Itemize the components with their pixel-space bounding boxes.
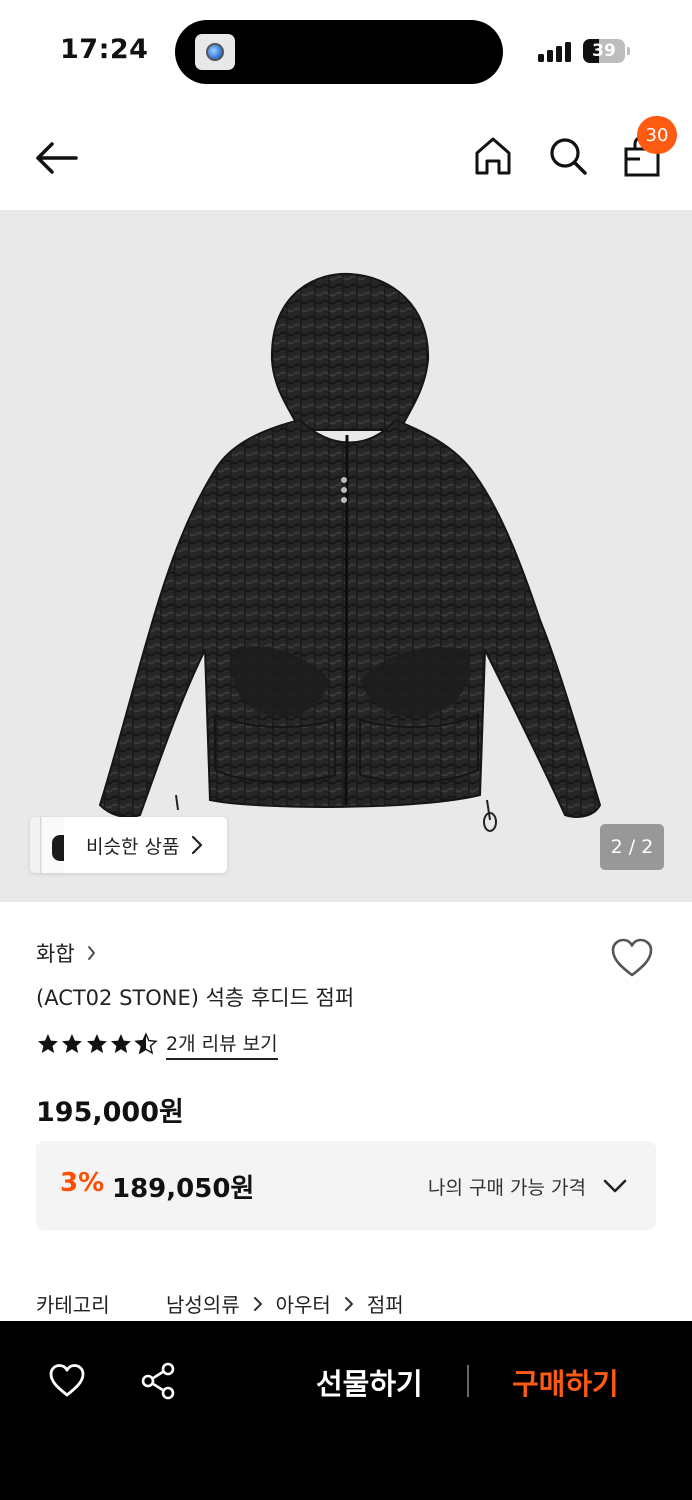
- star-full-icon: [86, 1033, 107, 1053]
- chevron-down-icon[interactable]: [602, 1177, 628, 1195]
- battery-level: 39: [592, 41, 616, 61]
- category-row: 카테고리 남성의류 아우터 점퍼: [36, 1289, 404, 1318]
- gift-button[interactable]: 선물하기: [316, 1361, 423, 1403]
- arrow-left-icon[interactable]: [32, 138, 80, 178]
- product-photo: [98, 272, 602, 832]
- signal-icon: [538, 40, 572, 62]
- my-price-label: 나의 구매 가능 가격: [428, 1177, 586, 1199]
- brand-name: 화합: [36, 942, 75, 966]
- battery-icon: 39: [583, 39, 625, 63]
- category-label: 카테고리: [36, 1293, 110, 1317]
- search-icon[interactable]: [548, 136, 588, 176]
- discount-price: 189,050원: [112, 1174, 255, 1204]
- app-activity-icon: [195, 34, 235, 70]
- bottom-action-bar: 선물하기 구매하기: [0, 1321, 692, 1500]
- chevron-right-icon: [344, 1296, 353, 1311]
- chevron-right-icon: [87, 946, 95, 960]
- star-full-icon: [37, 1033, 58, 1053]
- share-icon[interactable]: [140, 1362, 176, 1400]
- category-crumb-2[interactable]: 아우터: [276, 1289, 331, 1318]
- chevron-right-icon: [191, 835, 203, 855]
- review-link[interactable]: 2개 리뷰 보기: [166, 1029, 278, 1060]
- discount-price-box[interactable]: 3% 189,050원 나의 구매 가능 가격: [36, 1141, 656, 1230]
- home-icon[interactable]: [474, 136, 512, 176]
- star-full-icon: [111, 1033, 132, 1053]
- wishlist-heart-icon[interactable]: [610, 937, 654, 979]
- category-crumb-3[interactable]: 점퍼: [367, 1289, 404, 1318]
- star-rating: [36, 1031, 158, 1058]
- rating-row: 2개 리뷰 보기: [36, 1029, 278, 1060]
- category-crumb-1[interactable]: 남성의류: [166, 1289, 240, 1318]
- top-nav: [0, 110, 692, 206]
- divider: [467, 1365, 469, 1397]
- product-title: (ACT02 STONE) 석층 후디드 점퍼: [36, 986, 355, 1010]
- status-time: 17:24: [60, 34, 149, 65]
- buy-button[interactable]: 구매하기: [512, 1361, 619, 1403]
- heart-icon[interactable]: [48, 1363, 86, 1399]
- original-price: 195,000원: [36, 1097, 184, 1128]
- star-half-icon: [133, 1031, 158, 1054]
- similar-product-thumbnail: [30, 817, 64, 873]
- dynamic-island: [175, 20, 503, 84]
- discount-rate: 3%: [60, 1168, 105, 1198]
- star-full-icon: [62, 1033, 83, 1053]
- brand-link[interactable]: 화합: [36, 938, 96, 968]
- status-bar: 17:24 39: [0, 0, 692, 100]
- cart-count-badge: 30: [637, 116, 677, 154]
- product-image-gallery[interactable]: 비슷한 상품 2 / 2: [0, 210, 692, 902]
- similar-products-label: 비슷한 상품: [86, 836, 180, 858]
- image-page-indicator: 2 / 2: [600, 824, 664, 870]
- similar-products-button[interactable]: 비슷한 상품: [30, 817, 227, 873]
- chevron-right-icon: [253, 1296, 262, 1311]
